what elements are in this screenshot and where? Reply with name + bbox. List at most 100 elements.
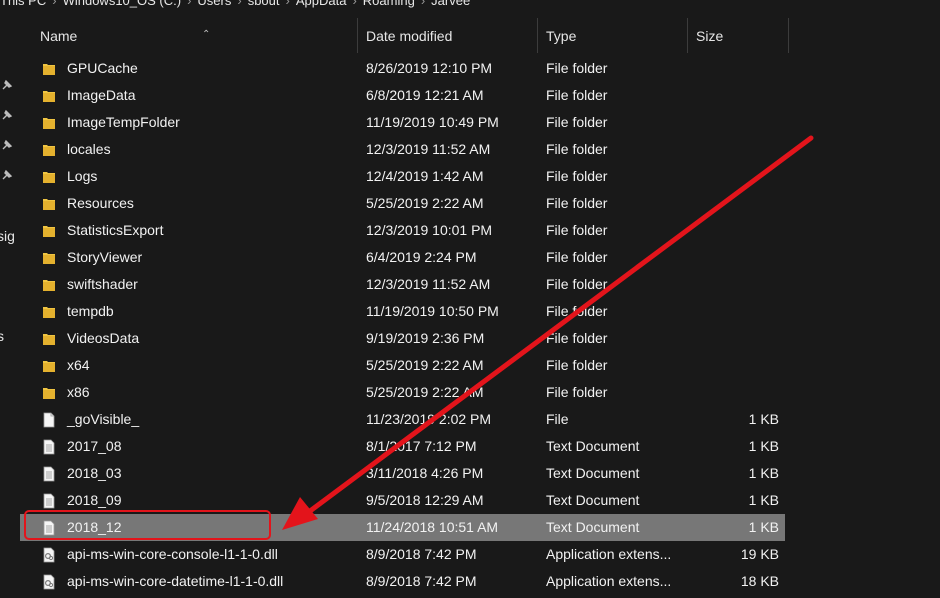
breadcrumb-separator-icon[interactable]: ›	[352, 0, 356, 8]
breadcrumb-separator-icon[interactable]: ›	[237, 0, 241, 8]
file-date-modified: 12/3/2019 11:52 AM	[366, 276, 491, 292]
table-row[interactable]: Logs 12/4/2019 1:42 AM File folder	[20, 163, 785, 190]
file-size	[689, 109, 779, 136]
column-header-row: Name ⌃ Date modified Type Size	[20, 12, 940, 53]
file-name: x86	[67, 384, 90, 400]
file-name: Resources	[67, 195, 134, 211]
table-row[interactable]: 2018_03 3/11/2018 4:26 PM Text Document 1 K…	[20, 460, 785, 487]
dll-file-icon	[42, 574, 56, 590]
file-name: VideosData	[67, 330, 140, 346]
folder-icon	[42, 61, 56, 77]
table-row[interactable]: GPUCache 8/26/2019 12:10 PM File folder	[20, 55, 785, 82]
sort-ascending-icon: ⌃	[202, 29, 211, 40]
folder-icon	[42, 196, 56, 212]
breadcrumb-separator-icon[interactable]: ›	[187, 0, 191, 8]
table-row[interactable]: 2017_08 8/1/2017 7:12 PM Text Document 1 KB	[20, 433, 785, 460]
breadcrumb-item[interactable]: This PC	[0, 0, 46, 8]
table-row[interactable]: locales 12/3/2019 11:52 AM File folder	[20, 136, 785, 163]
folder-icon	[42, 250, 56, 266]
file-date-modified: 11/24/2018 10:51 AM	[366, 519, 499, 535]
file-date-modified: 8/1/2017 7:12 PM	[366, 438, 477, 454]
file-name: _goVisible_	[67, 411, 140, 427]
file-size: 18 KB	[740, 573, 779, 589]
table-row[interactable]: x64 5/25/2019 2:22 AM File folder	[20, 352, 785, 379]
folder-icon	[42, 88, 56, 104]
file-name: x64	[67, 357, 90, 373]
column-header-type-label: Type	[546, 28, 577, 44]
column-header-name[interactable]: Name ⌃	[32, 12, 358, 53]
column-header-size[interactable]: Size	[688, 12, 789, 53]
file-date-modified: 12/4/2019 1:42 AM	[366, 168, 484, 184]
breadcrumb-separator-icon[interactable]: ›	[52, 0, 56, 8]
navigation-pane[interactable]: sig s	[0, 12, 17, 598]
file-size: 1 KB	[748, 519, 779, 535]
table-row[interactable]: api-ms-win-core-console-l1-1-0.dll 8/9/20…	[20, 541, 785, 568]
file-name: locales	[67, 141, 111, 157]
file-size	[689, 379, 779, 406]
folder-icon	[42, 115, 56, 131]
table-row[interactable]: _goVisible_ 11/23/2019 2:02 PM File 1 KB	[20, 406, 785, 433]
file-type: File folder	[546, 330, 608, 346]
column-header-date[interactable]: Date modified	[358, 12, 538, 53]
folder-icon	[42, 169, 56, 185]
breadcrumb-item[interactable]: Users	[197, 0, 231, 8]
nav-item-label[interactable]: sig	[0, 228, 15, 244]
file-date-modified: 9/5/2018 12:29 AM	[366, 492, 484, 508]
folder-icon	[42, 385, 56, 401]
file-size: 1 KB	[748, 465, 779, 481]
column-divider[interactable]	[788, 18, 789, 53]
address-bar[interactable]: This PC › Windows10_OS (C:) › Users › sbout › Ap…	[0, 0, 940, 12]
file-date-modified: 5/25/2019 2:22 AM	[366, 195, 484, 211]
file-type: File folder	[546, 303, 608, 319]
file-size	[689, 325, 779, 352]
file-type: Text Document	[546, 438, 640, 454]
pin-icon	[2, 79, 13, 90]
nav-item-label[interactable]: s	[0, 328, 4, 344]
file-size: 1 KB	[748, 438, 779, 454]
file-type: File folder	[546, 114, 608, 130]
file-name: tempdb	[67, 303, 114, 319]
file-type: File folder	[546, 276, 608, 292]
breadcrumb-item[interactable]: Jarvee	[431, 0, 470, 8]
breadcrumb-item[interactable]: sbout	[248, 0, 280, 8]
table-row[interactable]: Resources 5/25/2019 2:22 AM File folder	[20, 190, 785, 217]
file-size	[689, 244, 779, 271]
file-date-modified: 11/23/2019 2:02 PM	[366, 411, 492, 427]
pin-icon	[2, 109, 13, 120]
column-header-date-label: Date modified	[366, 28, 453, 44]
file-name: Logs	[67, 168, 98, 184]
breadcrumb: This PC › Windows10_OS (C:) › Users › sbout › Ap…	[0, 0, 476, 8]
table-row[interactable]: x86 5/25/2019 2:22 AM File folder	[20, 379, 785, 406]
table-row[interactable]: ImageData 6/8/2019 12:21 AM File folder	[20, 82, 785, 109]
table-row[interactable]: StatisticsExport 12/3/2019 10:01 PM File f…	[20, 217, 785, 244]
folder-icon	[42, 223, 56, 239]
file-type: Text Document	[546, 465, 640, 481]
table-row[interactable]: tempdb 11/19/2019 10:50 PM File folder	[20, 298, 785, 325]
file-date-modified: 3/11/2018 4:26 PM	[366, 465, 484, 481]
file-name: api-ms-win-core-datetime-l1-1-0.dll	[67, 573, 284, 589]
column-header-type[interactable]: Type	[538, 12, 688, 53]
breadcrumb-item[interactable]: Roaming	[363, 0, 415, 8]
breadcrumb-separator-icon[interactable]: ›	[421, 0, 425, 8]
file-type: Text Document	[546, 519, 640, 535]
table-row[interactable]: api-ms-win-core-datetime-l1-1-0.dll 8/9/2…	[20, 568, 785, 595]
file-size	[689, 298, 779, 325]
file-size	[689, 217, 779, 244]
file-date-modified: 9/19/2019 2:36 PM	[366, 330, 485, 346]
file-name: swiftshader	[67, 276, 138, 292]
file-name: StoryViewer	[67, 249, 143, 265]
table-row[interactable]: ImageTempFolder 11/19/2019 10:49 PM File f…	[20, 109, 785, 136]
table-row[interactable]: VideosData 9/19/2019 2:36 PM File folder	[20, 325, 785, 352]
file-size: 1 KB	[748, 411, 779, 427]
blank-file-icon	[42, 412, 56, 428]
file-type: File folder	[546, 141, 608, 157]
file-date-modified: 8/9/2018 7:42 PM	[366, 546, 477, 562]
table-row[interactable]: StoryViewer 6/4/2019 2:24 PM File folder	[20, 244, 785, 271]
file-date-modified: 8/9/2018 7:42 PM	[366, 573, 477, 589]
table-row[interactable]: swiftshader 12/3/2019 11:52 AM File folder	[20, 271, 785, 298]
breadcrumb-item[interactable]: Windows10_OS (C:)	[63, 0, 181, 8]
file-type: Text Document	[546, 492, 640, 508]
breadcrumb-separator-icon[interactable]: ›	[286, 0, 290, 8]
breadcrumb-item[interactable]: AppData	[296, 0, 347, 8]
file-size	[689, 163, 779, 190]
